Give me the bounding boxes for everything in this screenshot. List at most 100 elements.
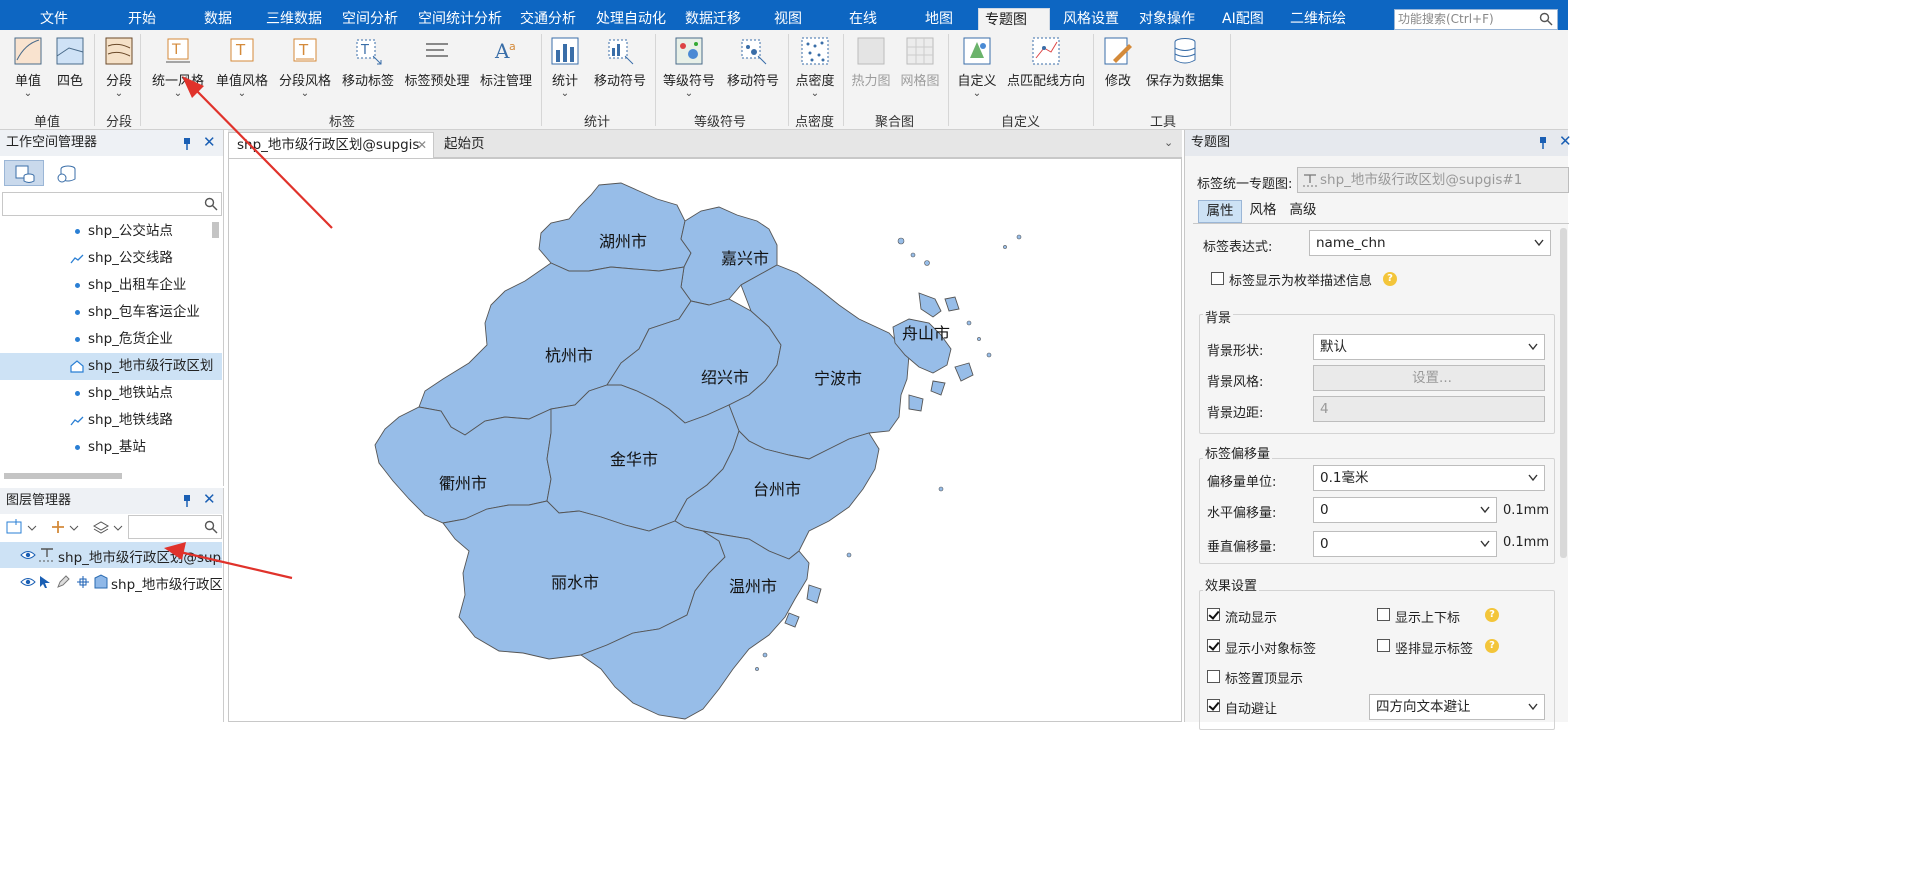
add-layer-group-icon[interactable]: [6, 518, 38, 536]
tree-item-metro-lines[interactable]: shp_地铁线路: [0, 407, 222, 434]
tree-item-base-stations[interactable]: shp_基站: [0, 434, 222, 461]
tab-advanced[interactable]: 高级: [1283, 200, 1323, 223]
menu-data[interactable]: 数据: [204, 8, 232, 30]
graduated-symbol-button[interactable]: 等级符号 ⌄: [662, 36, 716, 99]
pin-icon[interactable]: [1538, 137, 1548, 149]
pin-icon[interactable]: [182, 138, 192, 150]
avoid-mode-select[interactable]: 四方向文本避让: [1369, 694, 1545, 720]
menu-traffic-analysis[interactable]: 交通分析: [520, 8, 576, 30]
menu-spatial-analysis[interactable]: 空间分析: [342, 8, 398, 30]
point-line-direction-button[interactable]: 点匹配线方向: [1006, 36, 1086, 89]
annotation-manage-button[interactable]: Aa 标注管理: [479, 36, 533, 89]
save-dataset-button[interactable]: 保存为数据集: [1145, 36, 1225, 89]
graph-button[interactable]: 统计 ⌄: [550, 36, 580, 99]
tree-item-metro-stations[interactable]: shp_地铁站点: [0, 380, 222, 407]
tree-item-taxi[interactable]: shp_出租车企业: [0, 272, 222, 299]
flow-display-checkbox[interactable]: [1207, 608, 1220, 621]
move-symbol-button[interactable]: 移动符号: [593, 36, 647, 89]
dot-density-button[interactable]: 点密度 ⌄: [795, 36, 835, 99]
layer-search-input[interactable]: [128, 515, 222, 539]
tree-item-charter[interactable]: shp_包车客运企业: [0, 299, 222, 326]
tree-item-bus-lines[interactable]: shp_公交线路: [0, 245, 222, 272]
small-object-label-checkbox[interactable]: [1207, 639, 1220, 652]
menu-thematic-map[interactable]: 专题图: [978, 8, 1050, 30]
visibility-eye-icon[interactable]: [20, 576, 36, 588]
move-symbol-2-button[interactable]: 移动符号: [726, 36, 780, 89]
workspace-search-input[interactable]: [2, 192, 222, 216]
tab-properties[interactable]: 属性: [1198, 200, 1242, 223]
grid-map-button[interactable]: 网格图: [900, 36, 940, 89]
tab-start-page[interactable]: 起始页: [436, 132, 493, 158]
close-icon[interactable]: ✕: [1559, 132, 1572, 150]
vertical-label-checkbox[interactable]: [1377, 639, 1390, 652]
workspace-tab-scene-icon[interactable]: [56, 164, 78, 184]
tab-map-window[interactable]: shp_地市级行政区划@supgis ✕: [228, 132, 434, 158]
editable-pencil-icon[interactable]: [56, 575, 70, 589]
tab-style[interactable]: 风格: [1245, 200, 1281, 223]
custom-button[interactable]: 自定义 ⌄: [957, 36, 997, 99]
horizontal-scrollbar[interactable]: [4, 473, 122, 479]
superscript-checkbox[interactable]: [1377, 608, 1390, 621]
layer-item-label-theme[interactable]: shp_地市级行政区划@supgis: [0, 542, 222, 568]
close-icon[interactable]: ✕: [203, 490, 216, 508]
modify-button[interactable]: 修改: [1103, 36, 1133, 89]
close-icon[interactable]: ✕: [203, 133, 216, 151]
map-canvas[interactable]: 湖州市 嘉兴市 杭州市 绍兴市 宁波市 舟山市 金华市 衢州市 台州市 丽水市 …: [228, 158, 1182, 722]
label-unique-button[interactable]: T 单值风格 ⌄: [214, 36, 270, 99]
snap-icon[interactable]: [76, 575, 90, 589]
function-search-input[interactable]: 功能搜索(Ctrl+F): [1394, 9, 1558, 30]
menu-data-migration[interactable]: 数据迁移: [685, 8, 741, 30]
label-preprocess-button[interactable]: 标签预处理: [404, 36, 470, 89]
tree-item-admin-division[interactable]: shp_地市级行政区划: [0, 353, 222, 380]
pin-icon[interactable]: [182, 495, 192, 507]
menu-3d-data[interactable]: 三维数据: [266, 8, 322, 30]
auto-avoid-checkbox[interactable]: [1207, 699, 1220, 712]
offset-unit-select[interactable]: 0.1毫米: [1313, 465, 1545, 491]
visibility-eye-icon[interactable]: [20, 549, 36, 561]
close-tab-icon[interactable]: ✕: [417, 133, 427, 157]
unique-value-button[interactable]: 单值 ⌄: [12, 36, 44, 99]
layer-style-icon[interactable]: [92, 518, 126, 536]
menu-process-automation[interactable]: 处理自动化: [596, 8, 666, 30]
background-style-button[interactable]: 设置...: [1313, 365, 1545, 391]
background-margin-input[interactable]: 4: [1313, 396, 1545, 422]
menu-spatial-statistics[interactable]: 空间统计分析: [418, 8, 502, 30]
enum-desc-checkbox[interactable]: [1211, 272, 1224, 285]
menu-online[interactable]: 在线: [849, 8, 877, 30]
background-shape-select[interactable]: 默认: [1313, 334, 1545, 360]
tree-item-hazmat[interactable]: shp_危货企业: [0, 326, 222, 353]
graph-icon: [551, 37, 579, 65]
add-layer-icon[interactable]: [50, 518, 84, 536]
label-range-button[interactable]: T 分段风格 ⌄: [277, 36, 333, 99]
heatmap-button[interactable]: 热力图: [851, 36, 891, 89]
label-on-top-checkbox[interactable]: [1207, 670, 1220, 683]
menu-2d-plotting[interactable]: 二维标绘: [1290, 8, 1346, 30]
menu-start[interactable]: 开始: [128, 8, 156, 30]
selectable-arrow-icon[interactable]: [38, 575, 52, 589]
tree-item-bus-stations[interactable]: shp_公交站点: [0, 218, 222, 245]
menu-object-operations[interactable]: 对象操作: [1139, 8, 1195, 30]
group-label-custom: 自定义: [1001, 115, 1041, 130]
workspace-tab-data[interactable]: [4, 160, 44, 186]
label-uniform-button[interactable]: T 统一风格 ⌄: [150, 36, 206, 99]
help-icon[interactable]: ?: [1485, 639, 1499, 653]
four-color-button[interactable]: 四色: [55, 36, 85, 89]
menu-file[interactable]: 文件: [40, 8, 68, 30]
vertical-offset-select[interactable]: 0: [1313, 531, 1497, 557]
range-label: 分段: [105, 74, 132, 89]
tab-list-chevron-icon[interactable]: ⌄: [1164, 136, 1173, 149]
menu-style-settings[interactable]: 风格设置: [1063, 8, 1119, 30]
vertical-scrollbar[interactable]: [212, 222, 219, 238]
move-label-button[interactable]: T 移动标签: [341, 36, 395, 89]
heatmap-label: 热力图: [851, 74, 891, 89]
menu-map[interactable]: 地图: [925, 8, 953, 30]
menu-view[interactable]: 视图: [774, 8, 802, 30]
panel-scrollbar[interactable]: [1560, 228, 1567, 558]
menu-ai-mapping[interactable]: AI配图: [1222, 8, 1264, 30]
horizontal-offset-select[interactable]: 0: [1313, 497, 1497, 523]
expression-select[interactable]: name_chn: [1309, 230, 1551, 256]
layer-item-region[interactable]: shp_地市级行政区划: [0, 569, 222, 595]
range-button[interactable]: 分段 ⌄: [104, 36, 134, 99]
help-icon[interactable]: ?: [1383, 272, 1397, 286]
help-icon[interactable]: ?: [1485, 608, 1499, 622]
